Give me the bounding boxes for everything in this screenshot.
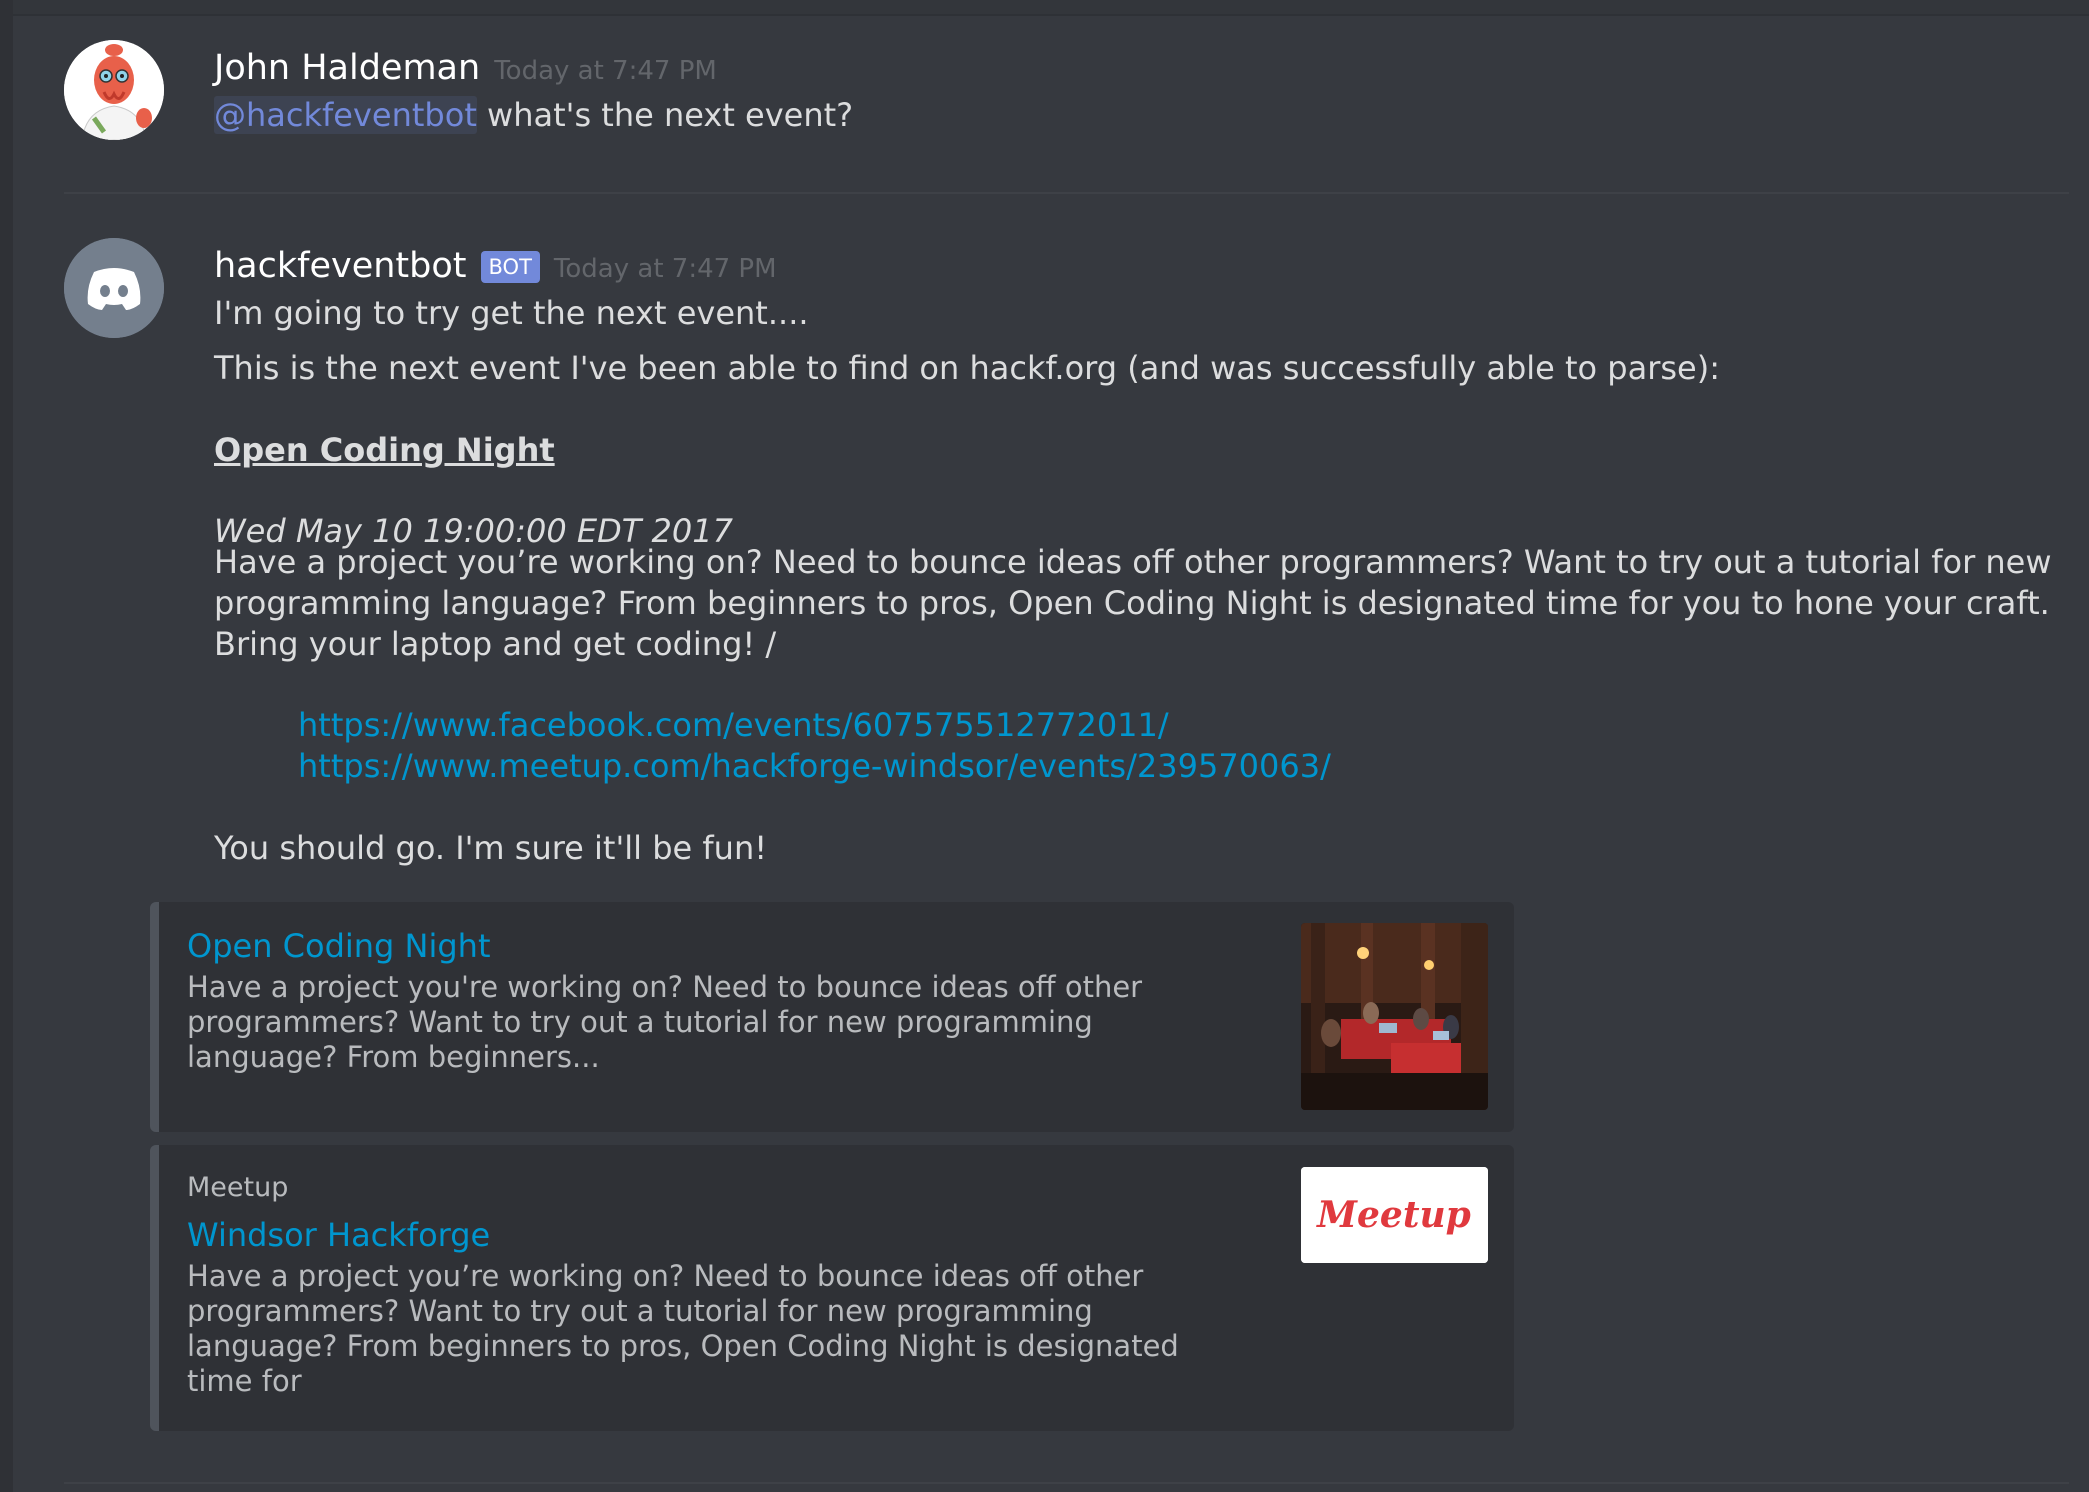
- username[interactable]: John Haldeman: [214, 40, 480, 96]
- meetup-logo-text: Meetup: [1315, 1194, 1471, 1236]
- message-divider: [64, 1482, 2069, 1484]
- embed-description-line: Have a project you're working on? Need t…: [187, 970, 1143, 1004]
- user-mention[interactable]: @hackfeventbot: [214, 96, 477, 134]
- embed-description-line: Have a project you’re working on? Need t…: [187, 1259, 1144, 1293]
- message-header: hackfeventbot BOT Today at 7:47 PM: [214, 238, 2049, 294]
- bot-badge: BOT: [480, 251, 540, 283]
- message-content: John Haldeman Today at 7:47 PM @hackfeve…: [214, 40, 2049, 136]
- embed-description-line: language? From beginners...: [187, 1040, 600, 1074]
- embed-description-line: programmers? Want to try out a tutorial …: [187, 1294, 1093, 1328]
- avatar[interactable]: [64, 40, 164, 140]
- embed-title-link[interactable]: Windsor Hackforge: [187, 1215, 1187, 1255]
- event-description-line: Have a project you’re working on? Need t…: [214, 543, 2052, 581]
- username[interactable]: hackfeventbot: [214, 238, 467, 294]
- embed-description-line: language? From beginners to pros, Open C…: [187, 1329, 1179, 1363]
- meetup-event-link[interactable]: https://www.meetup.com/hackforge-windsor…: [298, 746, 2049, 787]
- message-body: what's the next event?: [476, 96, 854, 134]
- meetup-logo-icon: Meetup: [1301, 1167, 1488, 1263]
- timestamp: Today at 7:47 PM: [553, 254, 777, 284]
- event-description-line: Bring your laptop and get coding! /: [214, 625, 777, 663]
- message-divider: [64, 192, 2069, 194]
- message-content: hackfeventbot BOT Today at 7:47 PM I'm g…: [214, 238, 2052, 869]
- facebook-event-link[interactable]: https://www.facebook.com/events/60757551…: [298, 705, 2049, 746]
- embed-thumbnail[interactable]: [1301, 923, 1488, 1110]
- embed-description-line: time for: [187, 1364, 302, 1398]
- discord-logo-icon: [64, 238, 164, 338]
- timestamp: Today at 7:47 PM: [494, 56, 717, 86]
- embed-title-link[interactable]: Open Coding Night: [187, 926, 1187, 966]
- embed-body: Meetup Windsor Hackforge Have a project …: [187, 1171, 1187, 1399]
- zoidberg-avatar-icon: [64, 40, 164, 140]
- event-links: https://www.facebook.com/events/60757551…: [298, 705, 2049, 787]
- chat-left-edge: [0, 0, 13, 1492]
- embed-provider: Meetup: [187, 1172, 289, 1203]
- embed-description-line: programmers? Want to try out a tutorial …: [187, 1005, 1093, 1039]
- avatar[interactable]: [64, 238, 164, 338]
- event-title: Open Coding Night: [214, 431, 555, 469]
- message-line: I'm going to try get the next event....: [214, 294, 809, 332]
- embed-thumbnail[interactable]: Meetup: [1301, 1167, 1488, 1263]
- message-text: @hackfeventbot what's the next event?: [214, 94, 2049, 136]
- chat-top-edge: [0, 0, 2089, 16]
- embed-body: Open Coding Night Have a project you're …: [187, 926, 1187, 1075]
- link-embed-event: Open Coding Night Have a project you're …: [150, 902, 1514, 1132]
- message-header: John Haldeman Today at 7:47 PM: [214, 40, 2049, 96]
- message-line: This is the next event I've been able to…: [214, 349, 1720, 387]
- closing-text: You should go. I'm sure it'll be fun!: [214, 829, 768, 867]
- link-embed-meetup: Meetup Windsor Hackforge Have a project …: [150, 1145, 1514, 1431]
- event-description-line: programming language? From beginners to …: [214, 584, 2050, 622]
- coding-photo-icon: [1301, 923, 1488, 1110]
